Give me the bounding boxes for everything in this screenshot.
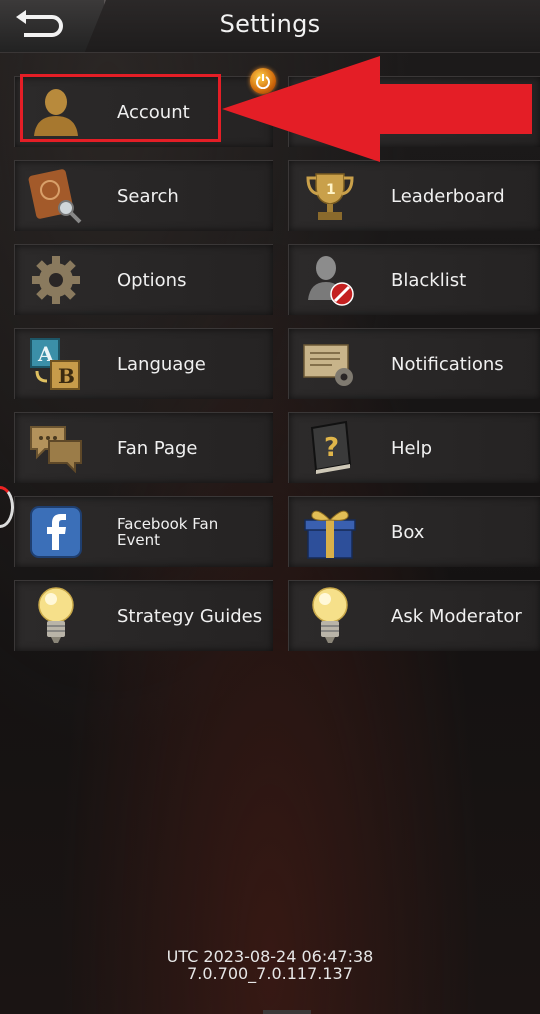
menu-item-leaderboard[interactable]: 1 Leaderboard [288, 160, 540, 231]
menu-item-box[interactable]: Box [288, 496, 540, 567]
gift-box-icon [304, 510, 356, 559]
menu-item-label: Language [117, 353, 206, 375]
menu-item-label: Options [117, 269, 187, 291]
menu-item-notifications[interactable]: Notifications [288, 328, 540, 399]
menu-item-ask-moderator[interactable]: Ask Moderator [288, 580, 540, 651]
trophy-icon: 1 [306, 173, 354, 220]
menu-item-label: Help [391, 437, 433, 459]
lightbulb-icon [312, 587, 348, 643]
annotation-highlight-box [20, 74, 221, 142]
bottom-handle [263, 1010, 311, 1014]
svg-text:B: B [58, 364, 75, 388]
menu-item-search[interactable]: Search [14, 160, 273, 231]
menu-item-label: Facebook Fan Event [117, 515, 219, 549]
utc-timestamp: UTC 2023-08-24 06:47:38 [166, 947, 374, 966]
menu-item-fan-page[interactable]: Fan Page [14, 412, 273, 483]
language-ab-icon: A B [30, 338, 80, 390]
notification-letter-icon [303, 344, 353, 386]
menu-item-label: Box [391, 521, 425, 543]
help-book-icon: ? [310, 420, 352, 474]
menu-item-label: Notifications [391, 353, 504, 375]
svg-text:1: 1 [326, 182, 336, 198]
menu-item-strategy-guides[interactable]: Strategy Guides [14, 580, 273, 651]
menu-item-language[interactable]: A B Language [14, 328, 273, 399]
menu-item-label: Blacklist [391, 269, 467, 291]
annotation-arrow-icon [222, 56, 532, 162]
lightbulb-icon [38, 587, 74, 643]
facebook-icon [30, 506, 82, 558]
menu-item-options[interactable]: Options [14, 244, 273, 315]
edge-indicator [0, 486, 14, 528]
footer-info: UTC 2023-08-24 06:47:38 7.0.700_7.0.117.… [0, 948, 540, 982]
chat-bubbles-icon [30, 426, 82, 473]
menu-item-label: Ask Moderator [391, 605, 522, 627]
page-title: Settings [219, 10, 321, 38]
blocked-user-icon [308, 256, 354, 306]
menu-item-facebook-fan-event[interactable]: Facebook Fan Event [14, 496, 273, 567]
menu-item-label: Fan Page [117, 437, 198, 459]
menu-item-blacklist[interactable]: Blacklist [288, 244, 540, 315]
svg-text:?: ? [324, 433, 339, 463]
gear-icon [32, 256, 80, 304]
header-bar: Settings [0, 0, 540, 53]
menu-item-label: Strategy Guides [117, 605, 263, 627]
menu-item-help[interactable]: ? Help [288, 412, 540, 483]
version-string: 7.0.700_7.0.117.137 [187, 964, 353, 983]
search-book-icon [28, 169, 82, 224]
menu-item-label: Leaderboard [391, 185, 505, 207]
menu-item-label: Search [117, 185, 179, 207]
